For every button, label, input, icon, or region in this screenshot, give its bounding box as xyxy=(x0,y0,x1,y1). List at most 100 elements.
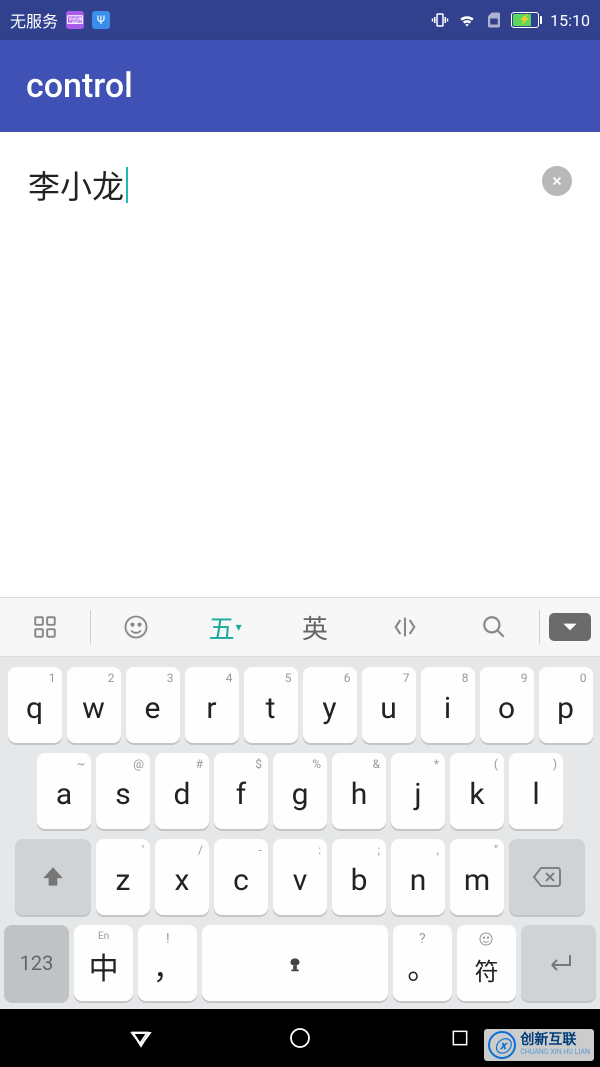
key-r[interactable]: 4r xyxy=(185,667,239,743)
ime-indicator-icon: ⌨ xyxy=(66,11,84,29)
carrier-label: 无服务 xyxy=(10,8,58,32)
key-v[interactable]: :v xyxy=(273,839,327,915)
input-area[interactable]: 李小龙 xyxy=(0,132,600,597)
key-main: s xyxy=(115,780,130,810)
shift-key[interactable] xyxy=(15,839,91,915)
ime-collapse-button[interactable] xyxy=(540,613,600,641)
emoji-icon xyxy=(478,931,494,947)
lang-sup: En xyxy=(98,931,109,942)
key-main: p xyxy=(557,694,574,724)
enter-key[interactable] xyxy=(521,925,596,1001)
ime-emoji-icon[interactable] xyxy=(91,613,181,641)
space-key[interactable] xyxy=(202,925,387,1001)
key-y[interactable]: 6y xyxy=(303,667,357,743)
key-sup: 7 xyxy=(403,671,410,685)
key-main: e xyxy=(145,694,161,724)
comma-key[interactable]: ! ， xyxy=(138,925,197,1001)
backspace-key[interactable] xyxy=(509,839,585,915)
vibrate-icon xyxy=(431,11,449,29)
key-z[interactable]: 'z xyxy=(96,839,150,915)
recent-button[interactable] xyxy=(440,1018,480,1058)
period-key[interactable]: ? 。 xyxy=(393,925,452,1001)
key-i[interactable]: 8i xyxy=(421,667,475,743)
key-main: j xyxy=(414,780,421,810)
input-text[interactable]: 李小龙 xyxy=(28,162,128,208)
numeric-key[interactable]: 123 xyxy=(4,925,69,1001)
ime-search-icon[interactable] xyxy=(449,614,539,640)
key-sup: 3 xyxy=(167,671,174,685)
key-d[interactable]: #d xyxy=(155,753,209,829)
key-a[interactable]: ~a xyxy=(37,753,91,829)
app-bar: control xyxy=(0,40,600,132)
key-l[interactable]: )l xyxy=(509,753,563,829)
home-button[interactable] xyxy=(280,1018,320,1058)
key-w[interactable]: 2w xyxy=(67,667,121,743)
key-t[interactable]: 5t xyxy=(244,667,298,743)
key-b[interactable]: ;b xyxy=(332,839,386,915)
key-main: c xyxy=(233,866,249,896)
back-button[interactable] xyxy=(120,1018,160,1058)
clear-button[interactable] xyxy=(542,166,572,196)
ime-wubi-label: 五 xyxy=(209,609,235,646)
key-o[interactable]: 9o xyxy=(480,667,534,743)
key-sup: 6 xyxy=(344,671,351,685)
key-main: a xyxy=(56,780,72,810)
app-title: control xyxy=(26,66,133,106)
key-sup: & xyxy=(373,757,380,771)
ime-edit-icon[interactable] xyxy=(360,613,450,641)
status-left: 无服务 ⌨ Ψ xyxy=(10,8,110,32)
key-c[interactable]: -c xyxy=(214,839,268,915)
key-sup: / xyxy=(198,843,203,857)
battery-icon: ⚡ xyxy=(511,12,542,28)
symbol-key[interactable]: 符 xyxy=(457,925,516,1001)
key-s[interactable]: @s xyxy=(96,753,150,829)
key-sup: # xyxy=(196,757,203,771)
key-main: v xyxy=(293,866,308,896)
key-sup: @ xyxy=(133,757,144,771)
key-q[interactable]: 1q xyxy=(8,667,62,743)
ime-wubi-tab[interactable]: 五▾ xyxy=(180,609,270,646)
key-k[interactable]: (k xyxy=(450,753,504,829)
lang-main: 中 xyxy=(89,955,119,985)
watermark-icon: ⓧ xyxy=(488,1031,516,1059)
period-main: 。 xyxy=(407,955,437,985)
key-f[interactable]: $f xyxy=(214,753,268,829)
key-x[interactable]: /x xyxy=(155,839,209,915)
key-sup: 1 xyxy=(49,671,56,685)
ime-english-tab[interactable]: 英 xyxy=(270,609,360,646)
key-main: q xyxy=(26,694,43,724)
key-n[interactable]: ,n xyxy=(391,839,445,915)
key-g[interactable]: %g xyxy=(273,753,327,829)
key-sup: : xyxy=(318,843,321,857)
key-m[interactable]: "m xyxy=(450,839,504,915)
language-key[interactable]: En 中 xyxy=(74,925,133,1001)
key-main: f xyxy=(236,780,246,810)
key-e[interactable]: 3e xyxy=(126,667,180,743)
key-main: g xyxy=(292,780,309,810)
key-sup: 4 xyxy=(226,671,233,685)
status-right: ⚡ 15:10 xyxy=(431,10,590,30)
numeric-label: 123 xyxy=(20,951,54,975)
key-sup: ( xyxy=(494,757,498,771)
ime-dropdown-icon: ▾ xyxy=(236,620,242,634)
key-j[interactable]: *j xyxy=(391,753,445,829)
key-sup: " xyxy=(494,843,498,857)
input-value: 李小龙 xyxy=(28,162,124,208)
wifi-icon xyxy=(457,10,477,30)
key-main: i xyxy=(444,694,451,724)
watermark: ⓧ 创新互联 CHUANG XIN HU LIAN xyxy=(484,1029,594,1061)
watermark-main: 创新互联 xyxy=(520,1033,590,1048)
sim-icon xyxy=(485,11,503,29)
key-main: z xyxy=(116,866,131,896)
ime-apps-icon[interactable] xyxy=(0,614,90,640)
status-bar: 无服务 ⌨ Ψ ⚡ 15:10 xyxy=(0,0,600,40)
key-h[interactable]: &h xyxy=(332,753,386,829)
ime-toolbar: 五▾ 英 xyxy=(0,597,600,657)
key-u[interactable]: 7u xyxy=(362,667,416,743)
key-sup: ~ xyxy=(77,757,85,771)
key-main: n xyxy=(410,866,427,896)
key-p[interactable]: 0p xyxy=(539,667,593,743)
key-row-4: 123 En 中 ! ， ? 。 符 xyxy=(4,925,596,1001)
key-main: t xyxy=(266,694,276,724)
key-sup: 0 xyxy=(580,671,587,685)
